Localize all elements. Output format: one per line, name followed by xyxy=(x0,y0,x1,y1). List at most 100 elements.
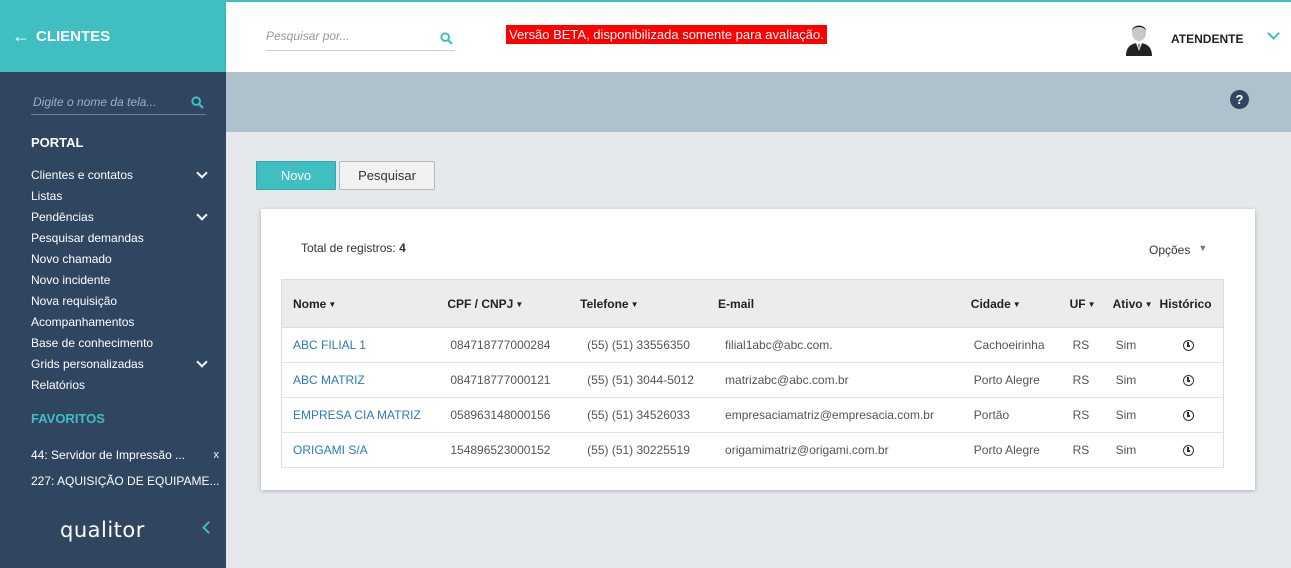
cell-telefone: (55) (51) 30225519 xyxy=(569,432,708,468)
history-clock-icon[interactable] xyxy=(1183,375,1195,387)
history-clock-icon[interactable] xyxy=(1183,410,1195,422)
results-panel: Total de registros: 4 Opções ▼ Nome ▼ CPF /… xyxy=(261,209,1255,490)
chevron-down-icon[interactable] xyxy=(196,355,208,368)
cell-nome[interactable]: ORIGAMI S/A xyxy=(281,432,437,468)
column-header[interactable]: Nome ▼ xyxy=(281,279,437,328)
sidebar-item[interactable]: Pesquisar demandas xyxy=(31,227,211,248)
search-icon[interactable] xyxy=(191,96,204,109)
column-header[interactable]: UF ▼ xyxy=(1058,279,1102,328)
help-icon[interactable]: ? xyxy=(1230,90,1249,109)
top-bar: Versão BETA, disponibilizada somente par… xyxy=(226,0,1291,72)
column-header-label: CPF / CNPJ xyxy=(447,296,514,311)
new-button[interactable]: Novo xyxy=(256,161,336,190)
cell-uf: RS xyxy=(1058,397,1102,433)
sidebar-item[interactable]: Novo incidente xyxy=(31,269,211,290)
cell-nome[interactable]: ABC MATRIZ xyxy=(281,362,437,398)
chevron-down-icon[interactable] xyxy=(196,166,208,179)
column-header-label: E-mail xyxy=(718,296,755,311)
sidebar-item[interactable]: Novo chamado xyxy=(31,248,211,269)
cell-email: origamimatriz@origami.com.br xyxy=(707,432,960,468)
cell-nome[interactable]: ABC FILIAL 1 xyxy=(281,327,437,363)
sort-caret-icon[interactable]: ▼ xyxy=(1088,300,1096,309)
cell-uf: RS xyxy=(1058,432,1102,468)
remove-favorite-icon[interactable]: x xyxy=(214,446,220,472)
sort-caret-icon[interactable]: ▼ xyxy=(515,300,523,309)
sidebar-item[interactable]: Acompanhamentos xyxy=(31,311,211,332)
sidebar-item-label: Nova requisição xyxy=(31,293,118,308)
sort-caret-icon[interactable]: ▼ xyxy=(1145,300,1153,309)
cell-email: matrizabc@abc.com.br xyxy=(707,362,960,398)
cell-ativo: Sim xyxy=(1101,432,1155,468)
options-menu[interactable]: Opções ▼ xyxy=(1149,243,1207,257)
cell-ativo: Sim xyxy=(1101,362,1155,398)
sidebar-header[interactable]: ← CLIENTES xyxy=(0,0,226,72)
search-button[interactable]: Pesquisar xyxy=(339,161,435,190)
caret-down-icon: ▼ xyxy=(1198,243,1208,253)
cell-historico xyxy=(1154,397,1224,433)
column-header[interactable]: Ativo ▼ xyxy=(1101,279,1155,328)
sidebar-menu: Clientes e contatos Listas Pendências Pesqu… xyxy=(31,164,211,395)
cell-historico xyxy=(1154,327,1224,363)
table-row[interactable]: ORIGAMI S/A 154896523000152 (55) (51) 3022… xyxy=(281,432,1224,468)
sidebar-item-label: Novo chamado xyxy=(31,251,112,266)
favorite-label: 227: AQUISIÇÃO DE EQUIPAME... xyxy=(31,474,220,488)
chevron-down-icon[interactable] xyxy=(1267,27,1280,40)
cell-historico xyxy=(1154,432,1224,468)
history-clock-icon[interactable] xyxy=(1183,340,1195,352)
column-header: E-mail xyxy=(707,279,960,328)
search-icon[interactable] xyxy=(440,32,453,45)
column-header[interactable]: Cidade ▼ xyxy=(959,279,1059,328)
sidebar-item[interactable]: Pendências xyxy=(31,206,211,227)
column-header[interactable]: CPF / CNPJ ▼ xyxy=(436,279,570,328)
sidebar-item-label: Novo incidente xyxy=(31,272,111,287)
sidebar-item[interactable]: Listas xyxy=(31,185,211,206)
total-records-label: Total de registros: xyxy=(301,241,396,255)
table-row[interactable]: ABC MATRIZ 084718777000121 (55) (51) 3044-… xyxy=(281,362,1224,398)
sidebar-item-label: Acompanhamentos xyxy=(31,314,135,329)
cell-cpf: 084718777000121 xyxy=(436,362,570,398)
sidebar-item[interactable]: Base de conhecimento xyxy=(31,332,211,353)
sort-caret-icon[interactable]: ▼ xyxy=(328,300,336,309)
sort-caret-icon[interactable]: ▼ xyxy=(631,300,639,309)
favorites-list: 44: Servidor de Impressão ... x 227: AQUIS… xyxy=(31,446,221,498)
cell-cidade: Portão xyxy=(959,397,1059,433)
table-row[interactable]: ABC FILIAL 1 084718777000284 (55) (51) 335… xyxy=(281,327,1224,363)
cell-email: empresaciamatriz@empresacia.com.br xyxy=(707,397,960,433)
sidebar-item-label: Pesquisar demandas xyxy=(31,230,144,245)
cell-telefone: (55) (51) 33556350 xyxy=(569,327,708,363)
sidebar-item[interactable]: Nova requisição xyxy=(31,290,211,311)
column-header-label: Ativo xyxy=(1112,296,1143,311)
table-body: ABC FILIAL 1 084718777000284 (55) (51) 335… xyxy=(281,327,1224,468)
cell-nome[interactable]: EMPRESA CIA MATRIZ xyxy=(281,397,437,433)
beta-notice: Versão BETA, disponibilizada somente par… xyxy=(506,25,827,44)
collapse-sidebar-icon[interactable] xyxy=(202,521,215,534)
sidebar-item[interactable]: Clientes e contatos xyxy=(31,164,211,185)
sidebar-search xyxy=(31,91,206,115)
column-header-label: Telefone xyxy=(580,296,629,311)
cell-uf: RS xyxy=(1058,362,1102,398)
clients-table: Nome ▼ CPF / CNPJ ▼ Telefone ▼ E-mail Cidade ▼ UF… xyxy=(281,279,1224,468)
user-name[interactable]: ATENDENTE xyxy=(1171,32,1243,46)
total-records: Total de registros: 4 xyxy=(301,241,406,255)
arrow-left-icon[interactable]: ← xyxy=(12,27,30,45)
sidebar-item[interactable]: Relatórios xyxy=(31,374,211,395)
total-records-count: 4 xyxy=(399,241,406,255)
global-search-input[interactable] xyxy=(266,24,426,48)
sort-caret-icon[interactable]: ▼ xyxy=(1013,300,1021,309)
cell-cidade: Porto Alegre xyxy=(959,432,1059,468)
table-row[interactable]: EMPRESA CIA MATRIZ 058963148000156 (55) (5… xyxy=(281,397,1224,433)
favorite-item[interactable]: 44: Servidor de Impressão ... x xyxy=(31,446,221,472)
column-header-label: Nome xyxy=(293,296,327,311)
avatar[interactable] xyxy=(1124,19,1154,56)
column-header-label: UF xyxy=(1069,296,1086,311)
history-clock-icon[interactable] xyxy=(1183,445,1195,457)
cell-email: filial1abc@abc.com. xyxy=(707,327,960,363)
favorite-item[interactable]: 227: AQUISIÇÃO DE EQUIPAME... xyxy=(31,472,221,498)
column-header[interactable]: Telefone ▼ xyxy=(569,279,708,328)
sidebar-item-label: Grids personalizadas xyxy=(31,356,144,371)
sidebar-item[interactable]: Grids personalizadas xyxy=(31,353,211,374)
page-subheader: ? xyxy=(226,72,1291,132)
table-header-row: Nome ▼ CPF / CNPJ ▼ Telefone ▼ E-mail Cidade ▼ UF… xyxy=(281,279,1224,328)
sidebar-search-input[interactable] xyxy=(31,91,181,113)
chevron-down-icon[interactable] xyxy=(196,208,208,221)
